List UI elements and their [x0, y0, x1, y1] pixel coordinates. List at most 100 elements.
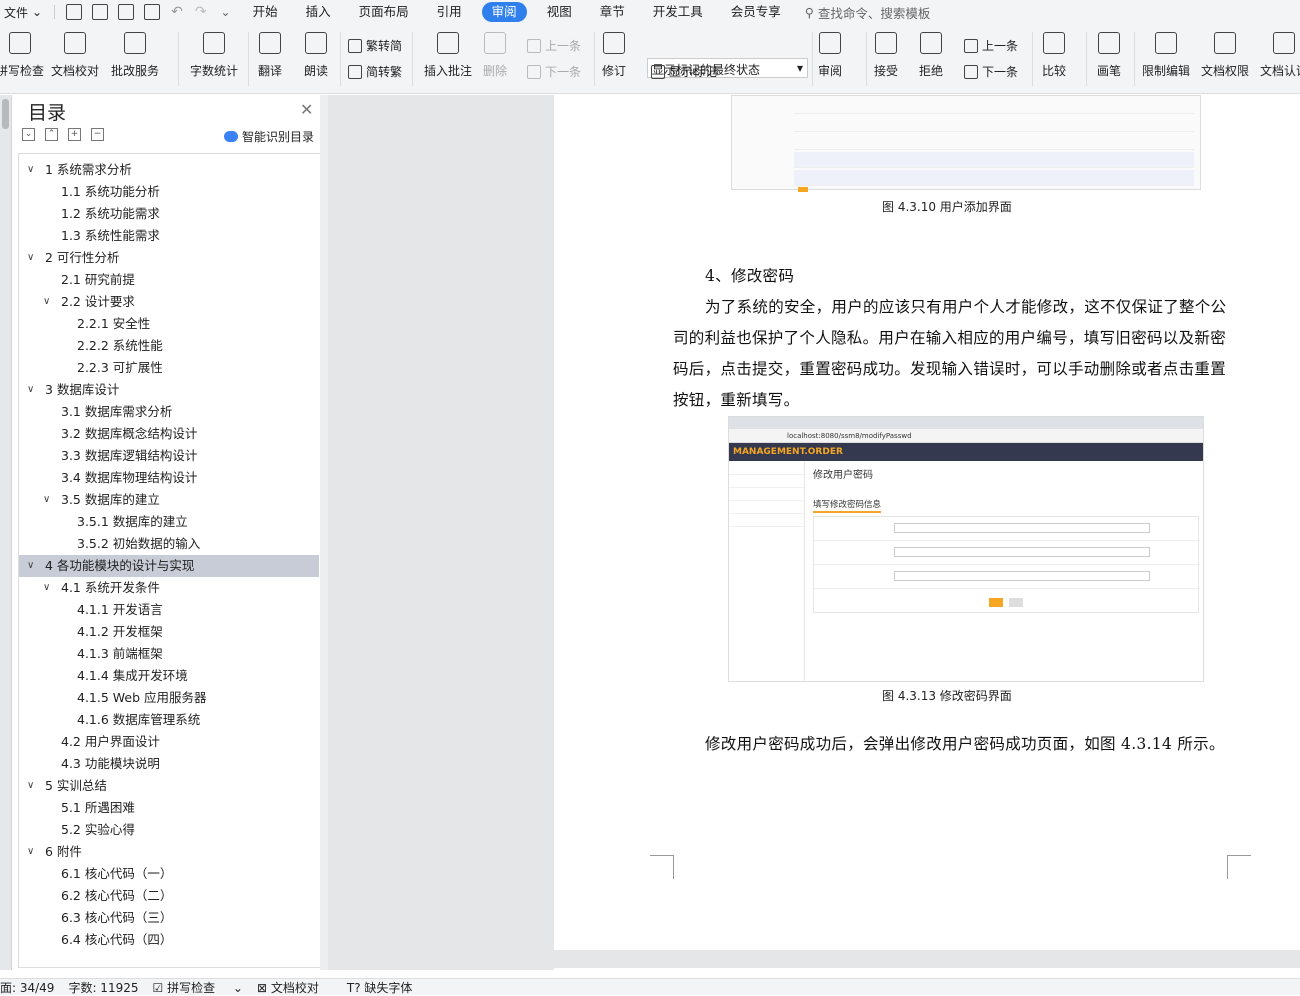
pen-button[interactable]: 画笔 — [1097, 32, 1121, 79]
chevron-down-icon[interactable]: ∨ — [27, 775, 34, 797]
toc-item[interactable]: 3.1 数据库需求分析 — [19, 401, 319, 423]
jian2fan-button[interactable]: 简转繁 — [348, 63, 402, 80]
add-icon[interactable]: + — [68, 128, 81, 141]
toc-item[interactable]: 3.2 数据库概念结构设计 — [19, 423, 319, 445]
restrict-edit-button[interactable]: 限制编辑 — [1142, 32, 1190, 79]
toc-item[interactable]: 6.3 核心代码（三） — [19, 907, 319, 929]
tab-view[interactable]: 视图 — [533, 0, 586, 24]
export-pdf-icon[interactable] — [92, 4, 109, 20]
toc-item[interactable]: ∨ 4.1 系统开发条件 — [19, 577, 319, 599]
prev-comment-button[interactable]: 上一条 — [527, 37, 581, 54]
tab-start[interactable]: 开始 — [239, 0, 292, 24]
toc-item[interactable]: 4.1.1 开发语言 — [19, 599, 319, 621]
permission-button[interactable]: 文档权限 — [1201, 32, 1249, 79]
prev-change-button[interactable]: 上一条 — [964, 37, 1018, 54]
panel-splitter[interactable] — [320, 95, 328, 970]
chevron-down-icon[interactable]: ∨ — [27, 247, 34, 269]
toc-item[interactable]: ∨ 6 附件 — [19, 841, 319, 863]
left-scrollbar[interactable] — [0, 95, 12, 970]
chevron-down-icon[interactable]: ∨ — [27, 841, 34, 863]
toc-item[interactable]: 3.4 数据库物理结构设计 — [19, 467, 319, 489]
delete-comment-button[interactable]: 删除 — [483, 32, 507, 79]
compare-button[interactable]: 比较 — [1042, 32, 1066, 79]
toc-item[interactable]: ∨ 4 各功能模块的设计与实现 — [19, 555, 319, 577]
close-icon[interactable]: ✕ — [300, 100, 313, 119]
tab-member[interactable]: 会员专享 — [717, 0, 795, 24]
toc-item[interactable]: 5.2 实验心得 — [19, 819, 319, 841]
toc-item[interactable]: ∨ 2 可行性分析 — [19, 247, 319, 269]
revise-button[interactable]: 修订 — [602, 32, 626, 79]
accept-button[interactable]: 接受 — [874, 32, 898, 79]
toc-item[interactable]: 3.3 数据库逻辑结构设计 — [19, 445, 319, 467]
tab-layout[interactable]: 页面布局 — [345, 0, 423, 24]
redo-icon[interactable]: ↷ — [195, 4, 207, 20]
spell-check-button[interactable]: 拼写检查 — [0, 32, 44, 79]
scroll-thumb[interactable] — [2, 99, 9, 129]
chevron-down-icon[interactable]: ∨ — [27, 555, 34, 577]
toc-item[interactable]: ∨ 2.2 设计要求 — [19, 291, 319, 313]
proof-status[interactable]: ⊠ 文档校对 — [257, 979, 333, 996]
save-icon[interactable] — [66, 4, 83, 20]
toc-item[interactable]: 4.2 用户界面设计 — [19, 731, 319, 753]
toc-item[interactable]: 3.5.2 初始数据的输入 — [19, 533, 319, 555]
doc-check-button[interactable]: 文档校对 — [51, 32, 99, 79]
review-pane-button[interactable]: 审阅 — [818, 32, 842, 79]
collapse-all-icon[interactable]: ⌄ — [22, 128, 35, 141]
page-indicator[interactable]: 面: 34/49 — [0, 979, 54, 996]
tab-insert[interactable]: 插入 — [292, 0, 345, 24]
toc-item[interactable]: 2.1 研究前提 — [19, 269, 319, 291]
toc-item[interactable]: ∨ 3 数据库设计 — [19, 379, 319, 401]
toc-item[interactable]: 6.4 核心代码（四） — [19, 929, 319, 951]
toc-item[interactable]: 6.1 核心代码（一） — [19, 863, 319, 885]
spell-check-status[interactable]: ☑ 拼写检查 ⌄ — [153, 979, 243, 996]
cert-button[interactable]: 文档认证 — [1260, 32, 1300, 79]
chevron-down-icon[interactable]: ∨ — [27, 159, 34, 181]
tab-developer[interactable]: 开发工具 — [639, 0, 717, 24]
read-aloud-button[interactable]: 朗读 — [304, 32, 328, 79]
toc-item[interactable]: 1.3 系统性能需求 — [19, 225, 319, 247]
toc-item[interactable]: 4.1.2 开发框架 — [19, 621, 319, 643]
toc-item[interactable]: 2.2.1 安全性 — [19, 313, 319, 335]
file-menu[interactable]: 文件 ⌄ — [0, 4, 48, 21]
toc-item[interactable]: 1.2 系统功能需求 — [19, 203, 319, 225]
tab-review[interactable]: 审阅 — [481, 2, 527, 22]
toc-item[interactable]: ∨ 5 实训总结 — [19, 775, 319, 797]
expand-icon[interactable]: ⌃ — [45, 128, 58, 141]
toc-item[interactable]: ∨ 3.5 数据库的建立 — [19, 489, 319, 511]
next-comment-button[interactable]: 下一条 — [527, 63, 581, 80]
print-icon[interactable] — [118, 4, 135, 20]
fan2jian-button[interactable]: 繁转简 — [348, 37, 402, 54]
toc-item[interactable]: 1.1 系统功能分析 — [19, 181, 319, 203]
print-preview-icon[interactable] — [144, 4, 161, 20]
toc-item[interactable]: 4.1.6 数据库管理系统 — [19, 709, 319, 731]
smart-toc-button[interactable]: 智能识别目录 — [224, 128, 314, 145]
toc-item[interactable]: 2.2.2 系统性能 — [19, 335, 319, 357]
toc-item[interactable]: 4.1.5 Web 应用服务器 — [19, 687, 319, 709]
toc-item[interactable]: 3.5.1 数据库的建立 — [19, 511, 319, 533]
toc-item[interactable]: 4.3 功能模块说明 — [19, 753, 319, 775]
remove-icon[interactable]: − — [91, 128, 104, 141]
chevron-down-icon[interactable]: ∨ — [43, 577, 50, 599]
reject-button[interactable]: 拒绝 — [919, 32, 943, 79]
missing-font-status[interactable]: T? 缺失字体 — [347, 979, 427, 996]
toc-item[interactable]: 4.1.4 集成开发环境 — [19, 665, 319, 687]
toc-item[interactable]: 6.2 核心代码（二） — [19, 885, 319, 907]
toc-item[interactable]: 5.1 所遇困难 — [19, 797, 319, 819]
chevron-down-icon[interactable]: ⌄ — [221, 5, 231, 19]
chevron-down-icon[interactable]: ∨ — [27, 379, 34, 401]
word-count-button[interactable]: 字数统计 — [190, 32, 238, 79]
word-count[interactable]: 字数: 11925 — [68, 979, 138, 996]
next-change-button[interactable]: 下一条 — [964, 63, 1018, 80]
toc-item[interactable]: 2.2.3 可扩展性 — [19, 357, 319, 379]
toc-item[interactable]: ∨ 1 系统需求分析 — [19, 159, 319, 181]
tab-section[interactable]: 章节 — [586, 0, 639, 24]
tab-reference[interactable]: 引用 — [423, 0, 476, 24]
chevron-down-icon[interactable]: ∨ — [43, 489, 50, 511]
toc-item[interactable]: 4.1.3 前端框架 — [19, 643, 319, 665]
undo-icon[interactable]: ↶ — [171, 4, 183, 20]
translate-button[interactable]: 翻译 — [258, 32, 282, 79]
insert-comment-button[interactable]: 插入批注 — [424, 32, 472, 79]
batch-button[interactable]: 批改服务 — [111, 32, 159, 79]
chevron-down-icon[interactable]: ∨ — [43, 291, 50, 313]
show-markup-button[interactable]: 显示标记 — [651, 63, 717, 80]
